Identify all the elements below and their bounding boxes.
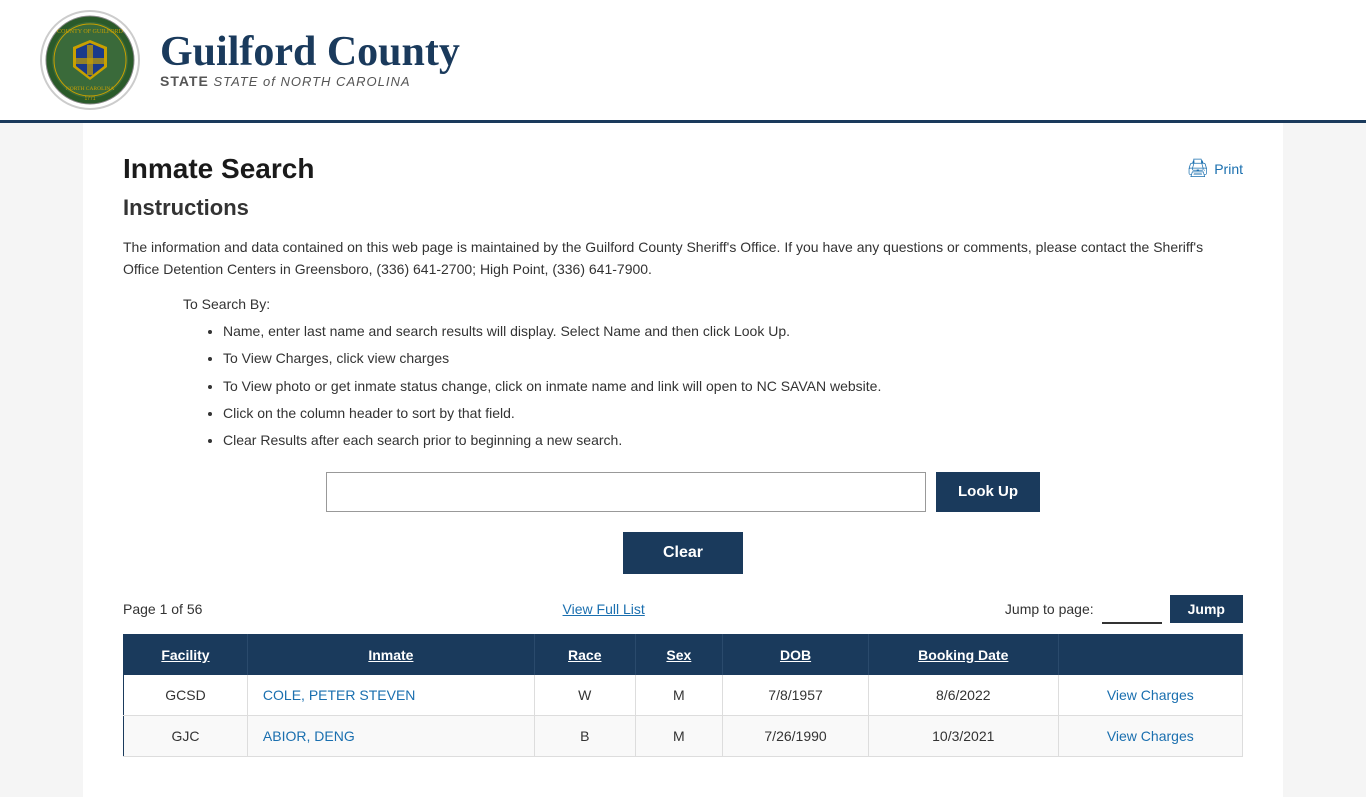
print-icon: 🖨 (1186, 158, 1209, 179)
page-info: Page 1 of 56 (123, 601, 202, 617)
facility-cell: GJC (124, 715, 248, 756)
svg-text:COUNTY OF GUILFORD: COUNTY OF GUILFORD (57, 29, 123, 35)
instruction-item-2: To View Charges, click view charges (223, 347, 1243, 369)
view-charges-link[interactable]: View Charges (1107, 728, 1194, 744)
county-name-block: Guilford County STATE STATE of NORTH CAR… (160, 31, 460, 89)
col-action (1058, 634, 1242, 675)
table-header: Facility Inmate Race Sex DOB Booking Dat… (124, 634, 1243, 675)
instructions-list: Name, enter last name and search results… (223, 320, 1243, 452)
facility-sort-link[interactable]: Facility (161, 647, 209, 663)
instructions-body: The information and data contained on th… (123, 236, 1243, 281)
action-cell: View Charges (1058, 675, 1242, 716)
instruction-item-5: Clear Results after each search prior to… (223, 429, 1243, 451)
dob-cell: 7/26/1990 (723, 715, 869, 756)
col-booking-date[interactable]: Booking Date (868, 634, 1058, 675)
inmate-link[interactable]: ABIOR, DENG (263, 728, 355, 744)
race-sort-link[interactable]: Race (568, 647, 601, 663)
instructions-title: Instructions (123, 195, 1243, 221)
results-table: Facility Inmate Race Sex DOB Booking Dat… (123, 634, 1243, 757)
table-row: GCSD COLE, PETER STEVEN W M 7/8/1957 8/6… (124, 675, 1243, 716)
jump-button[interactable]: Jump (1170, 595, 1243, 623)
view-charges-link[interactable]: View Charges (1107, 687, 1194, 703)
col-race[interactable]: Race (534, 634, 635, 675)
svg-text:1771: 1771 (84, 96, 95, 102)
content-header-row: 🖨 Print Inmate Search (123, 143, 1243, 195)
sex-sort-link[interactable]: Sex (666, 647, 691, 663)
view-full-list-link[interactable]: View Full List (563, 601, 645, 617)
main-content: 🖨 Print Inmate Search Instructions The i… (83, 123, 1283, 797)
booking-date-cell: 10/3/2021 (868, 715, 1058, 756)
col-dob[interactable]: DOB (723, 634, 869, 675)
booking-sort-link[interactable]: Booking Date (918, 647, 1008, 663)
state-label: STATE STATE of NORTH CAROLINA (160, 73, 460, 89)
inmate-link[interactable]: COLE, PETER STEVEN (263, 687, 415, 703)
jump-label: Jump to page: (1005, 601, 1094, 617)
search-input[interactable] (326, 472, 926, 512)
dob-sort-link[interactable]: DOB (780, 647, 811, 663)
instruction-item-3: To View photo or get inmate status chang… (223, 375, 1243, 397)
search-by-label: To Search By: (183, 296, 1243, 312)
booking-date-cell: 8/6/2022 (868, 675, 1058, 716)
sex-cell: M (635, 715, 722, 756)
table-body: GCSD COLE, PETER STEVEN W M 7/8/1957 8/6… (124, 675, 1243, 757)
page-header: COUNTY OF GUILFORD NORTH CAROLINA 1771 G… (0, 0, 1366, 123)
race-cell: W (534, 675, 635, 716)
clear-button[interactable]: Clear (623, 532, 743, 574)
inmate-sort-link[interactable]: Inmate (368, 647, 413, 663)
sex-cell: M (635, 675, 722, 716)
county-seal: COUNTY OF GUILFORD NORTH CAROLINA 1771 (40, 10, 140, 110)
seal-svg: COUNTY OF GUILFORD NORTH CAROLINA 1771 (45, 15, 135, 105)
dob-cell: 7/8/1957 (723, 675, 869, 716)
search-area: Look Up (123, 472, 1243, 512)
col-inmate[interactable]: Inmate (247, 634, 534, 675)
action-cell: View Charges (1058, 715, 1242, 756)
jump-page-input[interactable] (1102, 594, 1162, 624)
instruction-item-4: Click on the column header to sort by th… (223, 402, 1243, 424)
col-sex[interactable]: Sex (635, 634, 722, 675)
instruction-item-1: Name, enter last name and search results… (223, 320, 1243, 342)
col-facility[interactable]: Facility (124, 634, 248, 675)
jump-area: Jump to page: Jump (1005, 594, 1243, 624)
county-title: Guilford County (160, 31, 460, 73)
inmate-cell: ABIOR, DENG (247, 715, 534, 756)
results-header: Page 1 of 56 View Full List Jump to page… (123, 594, 1243, 624)
svg-text:NORTH CAROLINA: NORTH CAROLINA (66, 86, 114, 92)
lookup-button[interactable]: Look Up (936, 472, 1040, 512)
page-title: Inmate Search (123, 153, 1243, 185)
clear-area: Clear (123, 532, 1243, 574)
inmate-cell: COLE, PETER STEVEN (247, 675, 534, 716)
print-link[interactable]: 🖨 Print (1186, 158, 1243, 179)
race-cell: B (534, 715, 635, 756)
table-row: GJC ABIOR, DENG B M 7/26/1990 10/3/2021 … (124, 715, 1243, 756)
facility-cell: GCSD (124, 675, 248, 716)
